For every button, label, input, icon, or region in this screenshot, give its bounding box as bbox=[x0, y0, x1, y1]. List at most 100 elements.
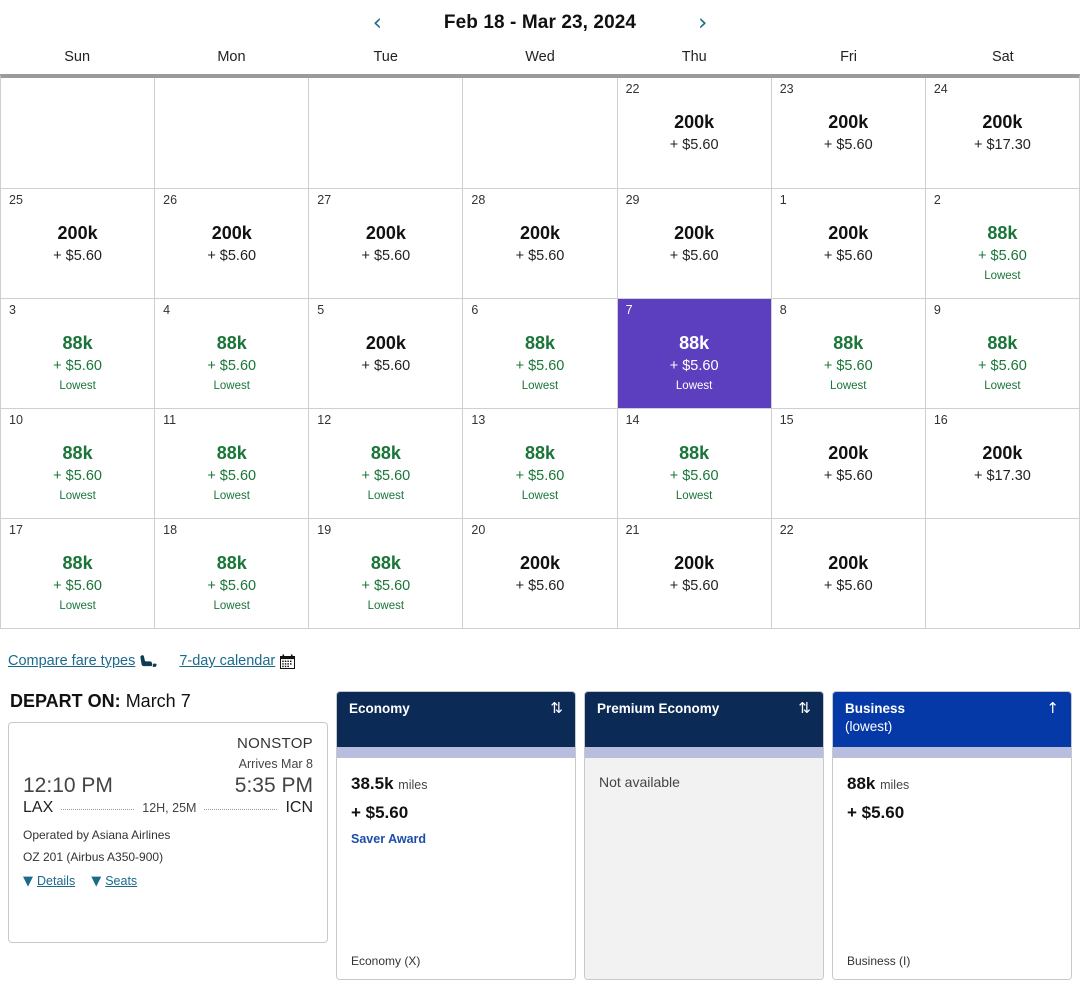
weekday-sat: Sat bbox=[991, 49, 1014, 65]
day-number: 26 bbox=[163, 193, 178, 207]
calendar-day-cell[interactable]: 9 88k + $5.60 Lowest bbox=[925, 298, 1079, 408]
flight-card[interactable]: NONSTOP Arrives Mar 8 12:10 PM 5:35 PM L… bbox=[8, 722, 328, 943]
day-lowest-badge: Lowest bbox=[830, 379, 867, 392]
calendar-day-cell[interactable]: 1 200k + $5.60 bbox=[771, 188, 926, 298]
fare-card-business[interactable]: Business (lowest) ↑ 88k miles + $5.60 Busines… bbox=[832, 691, 1072, 980]
calendar-day-cell[interactable]: 29 200k + $5.60 bbox=[617, 188, 772, 298]
calendar-day-cell[interactable]: 20 200k + $5.60 bbox=[463, 518, 618, 628]
calendar-day-cell[interactable]: 7 88k + $5.60 Lowest bbox=[617, 298, 772, 408]
day-number: 22 bbox=[779, 523, 794, 537]
sort-updown-icon[interactable]: ⇅ bbox=[798, 701, 811, 716]
itinerary-section: DEPART ON: March 7 NONSTOP Arrives Mar 8… bbox=[0, 669, 1080, 980]
day-lowest-badge: Lowest bbox=[59, 599, 96, 612]
calendar-day-cell[interactable]: 28 200k + $5.60 bbox=[463, 188, 618, 298]
compare-fare-types-link[interactable]: Compare fare types bbox=[8, 653, 157, 669]
day-number: 28 bbox=[471, 193, 486, 207]
route-line-left bbox=[61, 809, 135, 810]
next-month-button[interactable]: › bbox=[692, 10, 713, 37]
calendar-day-cell[interactable]: 22 200k + $5.60 bbox=[771, 518, 926, 628]
day-lowest-badge: Lowest bbox=[213, 599, 250, 612]
day-miles: 200k bbox=[674, 553, 715, 573]
fare-card-body: 38.5k miles + $5.60 Saver Award Economy (X) bbox=[337, 758, 575, 979]
day-miles: 200k bbox=[365, 333, 406, 353]
calendar-day-cell[interactable]: 5 200k + $5.60 bbox=[309, 298, 464, 408]
seats-toggle[interactable]: ▼ Seats bbox=[91, 874, 137, 888]
calendar-day-cell[interactable]: 8 88k + $5.60 Lowest bbox=[771, 298, 926, 408]
day-number: 20 bbox=[471, 523, 486, 537]
day-miles: 88k bbox=[216, 553, 247, 573]
calendar-day-cell[interactable]: 13 88k + $5.60 Lowest bbox=[463, 408, 618, 518]
day-price-block: 88k + $5.60 Lowest bbox=[9, 524, 146, 615]
fare-card-header: Economy ⇅ bbox=[337, 692, 575, 747]
day-number: 25 bbox=[9, 193, 23, 207]
calendar-day-cell[interactable]: 3 88k + $5.60 Lowest bbox=[1, 298, 156, 408]
nonstop-label: NONSTOP bbox=[236, 735, 313, 752]
flight-times: 12:10 PM 5:35 PM bbox=[23, 774, 313, 798]
weekday-thu: Thu bbox=[681, 49, 707, 65]
day-number: 6 bbox=[471, 303, 479, 317]
calendar-week-row: 25 200k + $5.60 26 200k + $5.60 27 200k + $5.60 2… bbox=[1, 188, 1079, 298]
day-price-block: 200k + $17.30 bbox=[934, 83, 1071, 157]
day-miles: 88k bbox=[216, 443, 247, 463]
prev-month-button[interactable]: ‹ bbox=[367, 10, 388, 37]
calendar-day-cell[interactable]: 10 88k + $5.60 Lowest bbox=[1, 408, 156, 518]
fare-accent-band bbox=[585, 747, 823, 758]
calendar-day-cell[interactable]: 12 88k + $5.60 Lowest bbox=[309, 408, 464, 518]
calendar-day-cell[interactable]: 19 88k + $5.60 Lowest bbox=[309, 518, 464, 628]
calendar-day-cell[interactable]: 22 200k + $5.60 bbox=[617, 78, 772, 188]
calendar-day-cell[interactable]: 15 200k + $5.60 bbox=[771, 408, 926, 518]
fare-miles-row: 88k miles bbox=[847, 774, 1057, 794]
calendar-day-cell[interactable]: 23 200k + $5.60 bbox=[771, 78, 926, 188]
calendar-day-cell[interactable]: 18 88k + $5.60 Lowest bbox=[155, 518, 310, 628]
sort-updown-icon[interactable]: ⇅ bbox=[550, 701, 563, 716]
sort-up-icon[interactable]: ↑ bbox=[1046, 701, 1059, 716]
day-price-block: 200k + $5.60 bbox=[780, 194, 917, 268]
day-price-block: 200k + $5.60 bbox=[780, 524, 917, 598]
calendar-day-cell[interactable]: 24 200k + $17.30 bbox=[925, 78, 1079, 188]
weekday-tue: Tue bbox=[373, 49, 398, 65]
calendar-day-cell[interactable]: 14 88k + $5.60 Lowest bbox=[617, 408, 772, 518]
fare-not-available: Not available bbox=[599, 774, 680, 790]
day-lowest-badge: Lowest bbox=[675, 489, 713, 502]
fare-cabin-code: Economy (X) bbox=[351, 954, 421, 968]
fare-card-economy[interactable]: Economy ⇅ 38.5k miles + $5.60 Saver Award Eco… bbox=[336, 691, 576, 980]
depart-on-heading: DEPART ON: March 7 bbox=[10, 691, 328, 712]
day-lowest-badge: Lowest bbox=[984, 379, 1021, 392]
day-price-block: 200k + $5.60 bbox=[317, 194, 454, 268]
day-price-block: 88k + $5.60 Lowest bbox=[163, 414, 300, 505]
seven-day-calendar-link[interactable]: 7-day calendar bbox=[179, 653, 296, 669]
day-price-block: 200k + $5.60 bbox=[317, 304, 454, 378]
day-lowest-badge: Lowest bbox=[521, 489, 559, 502]
day-price-block: 88k + $5.60 Lowest bbox=[626, 414, 763, 505]
fare-title-group: Business (lowest) bbox=[845, 701, 905, 735]
day-lowest-badge: Lowest bbox=[59, 489, 96, 502]
calendar-day-cell[interactable]: 27 200k + $5.60 bbox=[309, 188, 464, 298]
day-price-block: 88k + $5.60 Lowest bbox=[317, 524, 454, 615]
day-price-block: 88k + $5.60 Lowest bbox=[317, 414, 454, 505]
route-line-right bbox=[204, 809, 278, 810]
day-tax: + $5.60 bbox=[669, 468, 719, 485]
calendar-day-cell[interactable]: 11 88k + $5.60 Lowest bbox=[155, 408, 310, 518]
calendar-day-cell[interactable]: 21 200k + $5.60 bbox=[617, 518, 772, 628]
calendar-day-cell[interactable]: 4 88k + $5.60 Lowest bbox=[155, 298, 310, 408]
calendar-day-cell[interactable]: 26 200k + $5.60 bbox=[155, 188, 310, 298]
day-lowest-badge: Lowest bbox=[367, 489, 405, 502]
day-miles: 200k bbox=[365, 223, 406, 243]
fare-card-header: Premium Economy ⇅ bbox=[585, 692, 823, 747]
calendar-day-cell[interactable]: 25 200k + $5.60 bbox=[1, 188, 156, 298]
fare-miles-unit: miles bbox=[880, 778, 910, 792]
day-lowest-badge: Lowest bbox=[367, 599, 405, 612]
day-price-block: 200k + $5.60 bbox=[471, 524, 608, 598]
fare-title-group: Premium Economy bbox=[597, 701, 719, 718]
calendar-day-cell[interactable]: 16 200k + $17.30 bbox=[925, 408, 1079, 518]
depart-time: 12:10 PM bbox=[23, 774, 113, 797]
details-toggle[interactable]: ▼ Details bbox=[23, 874, 75, 888]
day-miles: 88k bbox=[62, 333, 93, 353]
calendar-day-cell[interactable]: 2 88k + $5.60 Lowest bbox=[925, 188, 1079, 298]
compare-fare-types-label: Compare fare types bbox=[8, 653, 136, 669]
day-miles: 88k bbox=[987, 223, 1018, 243]
weekday-wed: Wed bbox=[525, 49, 555, 65]
calendar-day-cell[interactable]: 6 88k + $5.60 Lowest bbox=[463, 298, 618, 408]
day-tax: + $5.60 bbox=[515, 578, 565, 595]
calendar-day-cell[interactable]: 17 88k + $5.60 Lowest bbox=[1, 518, 156, 628]
